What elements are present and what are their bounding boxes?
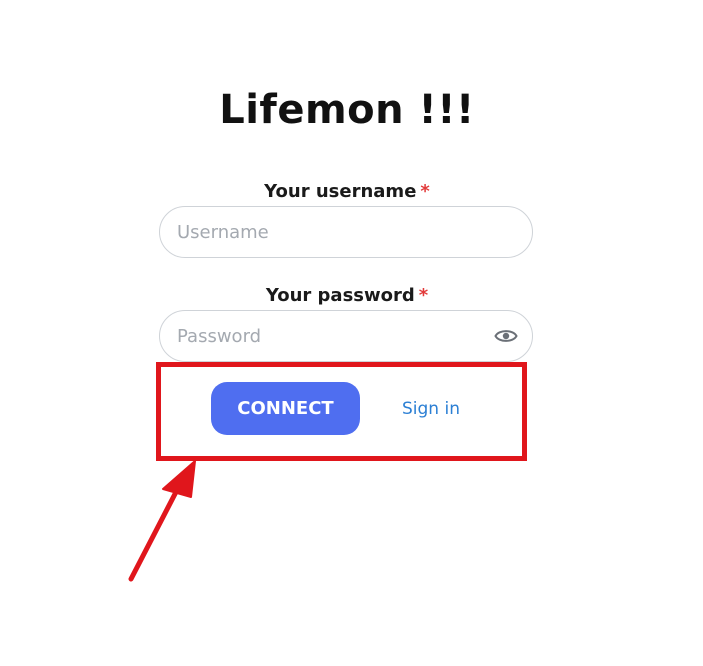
page-title: Lifemon !!! <box>219 87 475 133</box>
username-field-wrapper <box>159 206 533 258</box>
username-label-text: Your username <box>264 181 417 202</box>
required-marker: * <box>418 285 429 306</box>
connect-button[interactable]: CONNECT <box>211 382 360 435</box>
password-label-text: Your password <box>265 285 415 306</box>
password-input[interactable] <box>177 311 477 361</box>
password-label: Your password * <box>160 284 534 308</box>
username-input[interactable] <box>177 207 517 257</box>
username-label: Your username * <box>160 180 534 204</box>
sign-in-link[interactable]: Sign in <box>390 397 472 421</box>
password-field-wrapper <box>159 310 533 362</box>
eye-icon[interactable] <box>494 326 518 346</box>
required-marker: * <box>420 181 430 202</box>
login-page: Lifemon !!! Your username* Your password… <box>0 0 703 666</box>
